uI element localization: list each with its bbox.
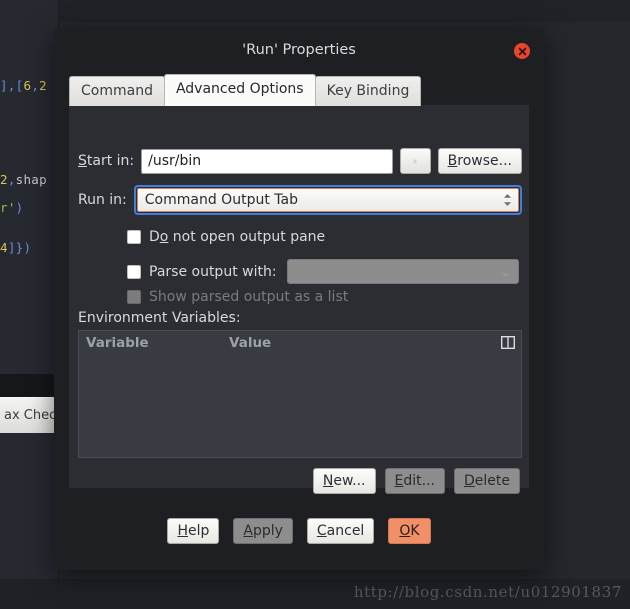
code-token: ) — [15, 200, 24, 215]
code-line: ],[6,2 — [0, 78, 58, 93]
dialog-tabbar: Command Advanced Options Key Binding — [69, 74, 422, 106]
button-mnemonic: A — [243, 523, 253, 539]
button-mnemonic: D — [464, 473, 475, 489]
tab-advanced-options[interactable]: Advanced Options — [163, 74, 316, 106]
button-mnemonic: C — [316, 523, 327, 539]
syntax-check-tab[interactable]: ax Chec — [0, 397, 56, 433]
dialog-footer: Help Apply Cancel OK — [54, 518, 544, 544]
new-button[interactable]: New... — [312, 468, 376, 494]
column-header-value: Value — [229, 335, 272, 351]
environment-variables-label: Environment Variables: — [78, 310, 241, 326]
run-in-combobox[interactable]: Command Output Tab — [136, 188, 519, 212]
code-token: 2 — [39, 78, 47, 93]
parse-output-with-combobox — [286, 259, 519, 284]
start-in-input[interactable] — [141, 148, 393, 174]
help-button[interactable]: Help — [167, 518, 220, 544]
code-token: ]}) — [7, 240, 32, 255]
tab-key-binding[interactable]: Key Binding — [314, 76, 422, 106]
code-token: , — [31, 78, 40, 93]
show-parsed-output-row: Show parsed output as a list — [127, 289, 348, 305]
button-label: elp — [187, 523, 210, 539]
run-in-combo-focus-ring: Command Output Tab — [133, 185, 522, 215]
editor-top-strip — [0, 0, 630, 22]
code-token: ],[ — [0, 78, 24, 93]
run-in-combo-value: Command Output Tab — [144, 192, 298, 208]
editor-dark-band — [0, 374, 56, 397]
dialog-titlebar: 'Run' Properties — [54, 28, 544, 74]
button-label: elete — [474, 473, 510, 489]
caret-down-icon — [501, 262, 510, 281]
button-label: ew... — [333, 473, 366, 489]
code-token: 2 — [0, 172, 8, 187]
browse-button[interactable]: Browse... — [437, 148, 522, 174]
table-header-row: Variable Value — [79, 331, 521, 355]
code-line: 2,shap — [0, 172, 58, 187]
dialog-title: 'Run' Properties — [242, 42, 356, 58]
button-mnemonic: H — [177, 523, 188, 539]
environment-variables-table[interactable]: Variable Value — [78, 330, 522, 458]
run-in-row: Run in: Command Output Tab — [78, 185, 522, 215]
parse-output-with-label: Parse output with: — [149, 263, 277, 280]
do-not-open-output-pane-label: Do not open output pane — [149, 229, 326, 245]
delete-button[interactable]: Delete — [454, 468, 520, 494]
ok-button[interactable]: OK — [388, 518, 431, 544]
show-parsed-output-checkbox — [127, 290, 141, 304]
button-label: pply — [252, 523, 283, 539]
do-not-open-output-pane-checkbox[interactable] — [127, 230, 141, 244]
run-in-label: Run in: — [78, 192, 127, 208]
cancel-button[interactable]: Cancel — [306, 518, 375, 544]
code-token: 4 — [0, 240, 8, 255]
environment-variable-actions: New... Edit... Delete — [312, 468, 520, 494]
code-line: 4]}) — [0, 240, 58, 255]
code-token: r' — [0, 200, 16, 215]
column-header-variable: Variable — [86, 335, 149, 351]
advanced-options-panel: Start in: Browse... Run in: Command Outp… — [69, 105, 529, 494]
tab-command[interactable]: Command — [69, 76, 165, 106]
parse-output-with-row: Parse output with: — [127, 259, 519, 284]
column-config-icon[interactable] — [501, 336, 515, 349]
edit-button[interactable]: Edit... — [384, 468, 445, 494]
start-in-row: Start in: Browse... — [78, 148, 522, 174]
run-properties-dialog: 'Run' Properties Command Advanced Options… — [54, 28, 544, 570]
button-mnemonic: O — [399, 523, 411, 539]
do-not-open-output-pane-row: Do not open output pane — [127, 229, 325, 245]
watermark-url: http://blog.csdn.net/u012901837 — [353, 583, 622, 601]
button-label: K — [410, 523, 420, 539]
code-line: r') — [0, 200, 58, 215]
parse-output-with-checkbox[interactable] — [127, 264, 141, 279]
show-parsed-output-label: Show parsed output as a list — [149, 289, 349, 305]
play-arrow-icon[interactable] — [399, 148, 431, 174]
spinner-arrows-icon[interactable] — [503, 194, 512, 207]
table-body — [79, 355, 521, 455]
start-in-label: Start in: — [78, 153, 135, 169]
button-label: dit... — [403, 473, 435, 489]
button-label: ancel — [326, 523, 365, 539]
code-editor-pane: ],[6,2 2,shap r') 4]}) — [0, 0, 59, 609]
close-icon[interactable] — [514, 43, 530, 59]
button-mnemonic: N — [322, 473, 334, 489]
code-token: shap — [15, 172, 47, 187]
apply-button[interactable]: Apply — [233, 518, 293, 544]
code-token: , — [7, 172, 16, 187]
